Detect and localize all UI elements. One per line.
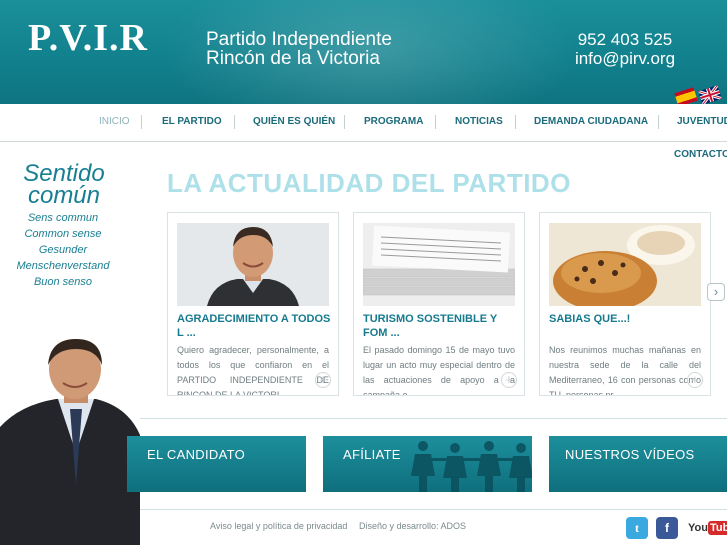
news-excerpt: Quiero agradecer, personalmente, a todos… (177, 345, 329, 396)
news-image[interactable] (177, 223, 329, 306)
afiliate-banner[interactable]: AFÍLIATE (323, 436, 532, 492)
main-nav: INICIO EL PARTIDO QUIÉN ES QUIÉN PROGRAM… (0, 104, 727, 142)
nav-divider (344, 115, 345, 129)
legal-link[interactable]: Aviso legal y política de privacidad (210, 521, 347, 531)
nav-item-contacto[interactable]: CONTACTO (674, 149, 727, 160)
section-title: LA ACTUALIDAD DEL PARTIDO (167, 168, 571, 198)
news-excerpt: Nos reunimos muchas mañanas en nuestra s… (549, 345, 701, 396)
phone-number: 952 403 525 (577, 30, 673, 49)
news-image[interactable] (549, 223, 701, 306)
videos-banner[interactable]: NUESTROS VÍDEOS (549, 436, 727, 492)
header-contact: 952 403 525 info@pirv.org (560, 30, 690, 68)
youtube-tube-text: Tube (707, 521, 727, 535)
party-name-line2: Rincón de la Victoria (206, 48, 380, 69)
nav-item-inicio[interactable]: INICIO (99, 116, 130, 127)
twitter-icon[interactable]: t (626, 517, 648, 539)
news-card[interactable]: SABIAS QUE...! Nos reunimos muchas mañan… (539, 212, 711, 396)
youtube-icon[interactable]: YouTube (688, 517, 727, 539)
youtube-you-text: You (688, 522, 708, 534)
language-flags (674, 85, 722, 104)
nav-divider (141, 115, 142, 129)
translation-item: Sens commun (27, 212, 99, 224)
people-chain-icon (411, 441, 532, 492)
translation-item: Menschenverstand (16, 260, 110, 272)
candidate-photo (0, 335, 140, 545)
news-card[interactable]: AGRADECIMIENTO A TODOS L ... Quiero agra… (167, 212, 339, 396)
more-plus-icon[interactable]: + (687, 372, 703, 388)
slogan-line2: común (27, 182, 101, 209)
next-arrow-icon[interactable]: › (707, 283, 725, 301)
translation-item: Buon senso (33, 276, 93, 288)
news-excerpt: El pasado domingo 15 de mayo tuvo lugar … (363, 345, 515, 396)
banner-label: AFÍLIATE (343, 447, 401, 462)
translation-item: Gesunder (38, 244, 88, 256)
design-credit-link[interactable]: Diseño y desarrollo: ADOS (359, 521, 466, 531)
party-name: Partido Independiente Rincón de la Victo… (206, 30, 392, 68)
more-plus-icon[interactable]: + (315, 372, 331, 388)
site-header: P.V.I.R Partido Independiente Rincón de … (0, 0, 727, 104)
nav-divider (515, 115, 516, 129)
more-plus-icon[interactable]: + (501, 372, 517, 388)
footer-divider (140, 509, 727, 510)
news-title[interactable]: AGRADECIMIENTO A TODOS L ... (177, 312, 332, 340)
slogan: Sentido común (10, 162, 118, 209)
nav-item-quien-es-quien[interactable]: QUIÉN ES QUIÉN (253, 116, 335, 127)
news-card[interactable]: TURISMO SOSTENIBLE Y FOM ... El pasado d… (353, 212, 525, 396)
spanish-flag-icon[interactable] (674, 87, 698, 104)
email-address[interactable]: info@pirv.org (560, 49, 690, 68)
english-flag-icon[interactable] (698, 85, 722, 104)
news-title[interactable]: SABIAS QUE...! (549, 312, 704, 326)
slogan-translations: Sens commun Common sense Gesunder Mensch… (8, 210, 118, 290)
nav-item-programa[interactable]: PROGRAMA (364, 116, 423, 127)
candidato-banner[interactable]: EL CANDIDATO (127, 436, 306, 492)
party-logo[interactable]: P.V.I.R (28, 14, 148, 94)
party-name-line1: Partido Independiente (206, 29, 392, 50)
facebook-icon[interactable]: f (656, 517, 678, 539)
divider-line (140, 418, 727, 419)
news-title[interactable]: TURISMO SOSTENIBLE Y FOM ... (363, 312, 518, 340)
translation-item: Common sense (24, 228, 102, 240)
logo-v-mark (28, 14, 148, 94)
nav-item-juventud[interactable]: JUVENTUD (677, 116, 727, 127)
nav-item-noticias[interactable]: NOTICIAS (455, 116, 503, 127)
news-image[interactable] (363, 223, 515, 306)
nav-divider (234, 115, 235, 129)
nav-divider (658, 115, 659, 129)
nav-item-demanda-ciudadana[interactable]: DEMANDA CIUDADANA (534, 116, 648, 127)
nav-item-el-partido[interactable]: EL PARTIDO (162, 116, 222, 127)
banner-label: NUESTROS VÍDEOS (565, 447, 695, 462)
nav-divider (435, 115, 436, 129)
banner-label: EL CANDIDATO (147, 447, 245, 462)
